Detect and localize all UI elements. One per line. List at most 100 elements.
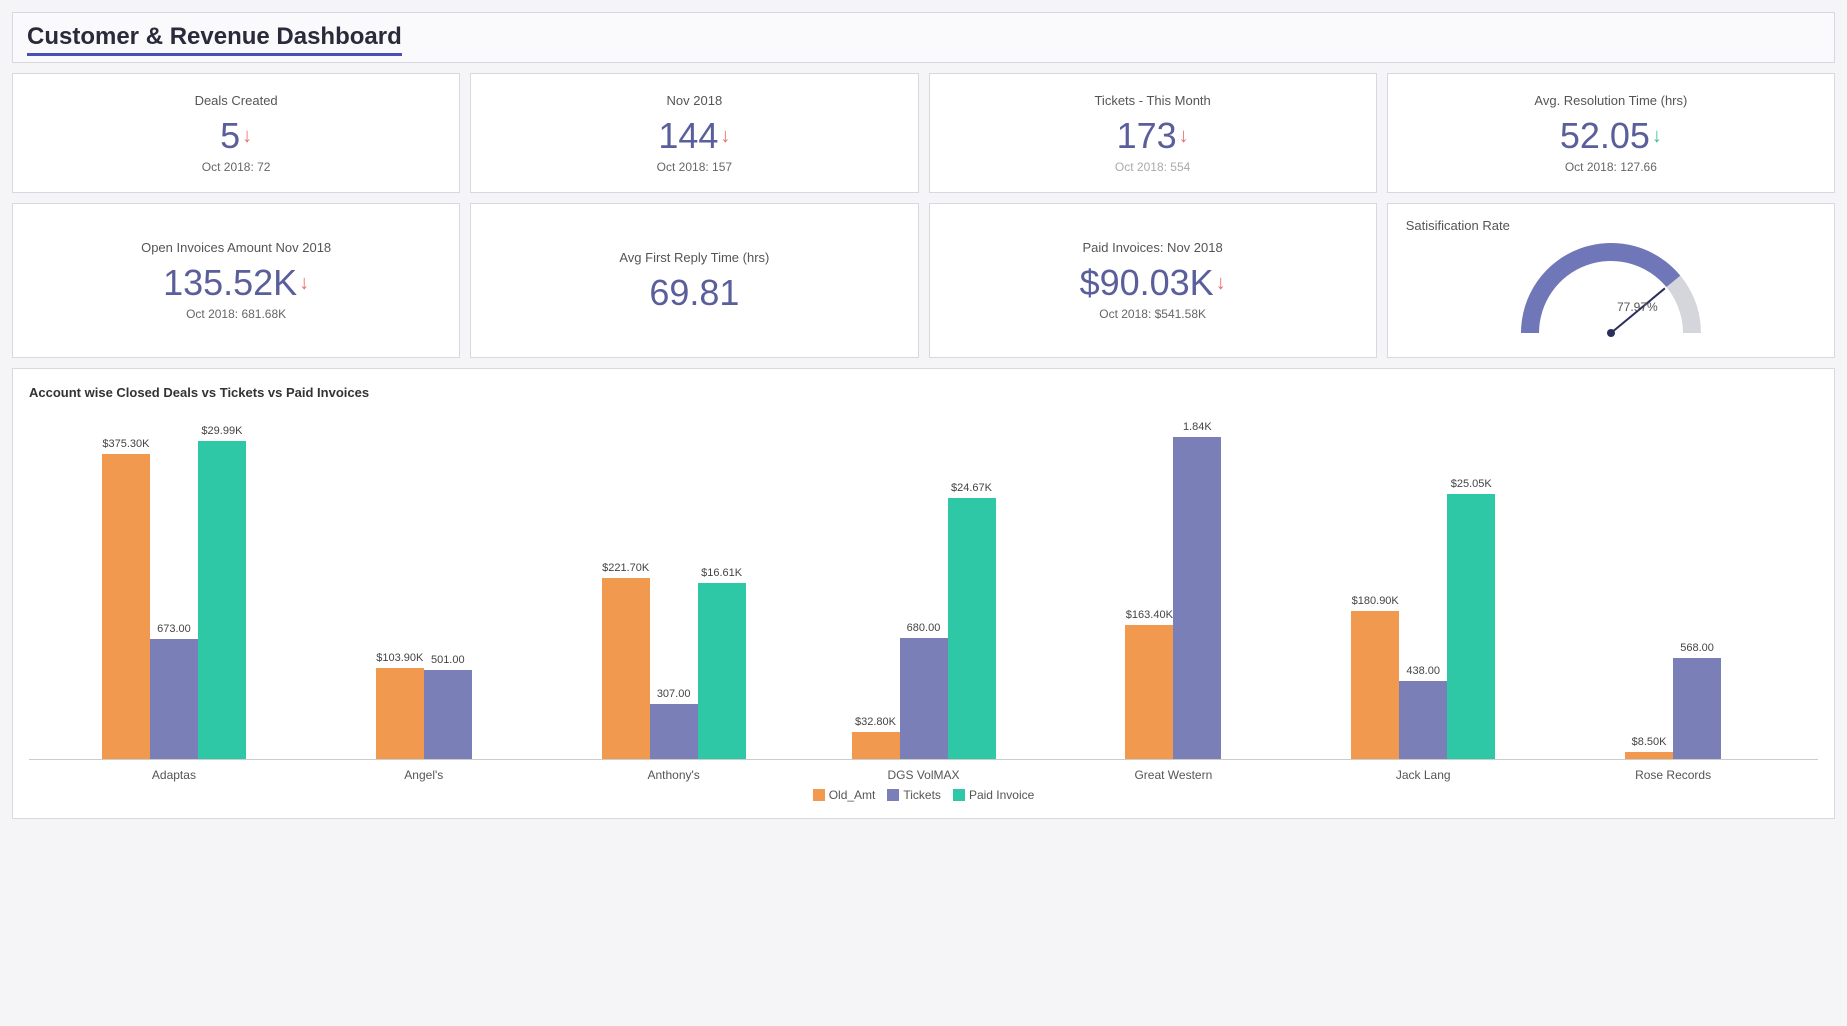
bar-tickets[interactable]: 673.00: [150, 639, 198, 759]
bar-group: $32.80K680.00$24.67K: [799, 498, 1049, 759]
bar-group: $375.30K673.00$29.99K: [49, 441, 299, 759]
bar-value-label: $24.67K: [951, 482, 992, 494]
chart-legend: Old_Amt Tickets Paid Invoice: [29, 788, 1818, 802]
chart-panel: Account wise Closed Deals vs Tickets vs …: [12, 368, 1835, 819]
bar-tickets[interactable]: 680.00: [900, 638, 948, 759]
bar-tickets[interactable]: 568.00: [1673, 658, 1721, 759]
bar-value-label: $32.80K: [855, 716, 896, 728]
kpi-card-r2-0[interactable]: Open Invoices Amount Nov 2018 135.52K↓ O…: [12, 203, 460, 358]
kpi-label: Deals Created: [195, 93, 278, 108]
arrow-down-icon: ↓: [242, 126, 252, 146]
kpi-value: 5↓: [220, 118, 252, 154]
kpi-card-r1-0[interactable]: Deals Created 5↓ Oct 2018: 72: [12, 73, 460, 193]
gauge-title: Satisification Rate: [1406, 218, 1510, 233]
kpi-sub: Oct 2018: 127.66: [1565, 160, 1657, 174]
bar-old_amt[interactable]: $163.40K: [1125, 625, 1173, 759]
bar-tickets[interactable]: 1.84K: [1173, 437, 1221, 759]
chart-title: Account wise Closed Deals vs Tickets vs …: [29, 385, 1818, 400]
bar-paid-invoice[interactable]: $16.61K: [698, 583, 746, 759]
bar-value-label: 568.00: [1680, 642, 1714, 654]
page-title: Customer & Revenue Dashboard: [27, 23, 402, 56]
bar-value-label: 1.84K: [1183, 421, 1212, 433]
kpi-row-2: Open Invoices Amount Nov 2018 135.52K↓ O…: [12, 203, 1835, 358]
bar-value-label: 501.00: [431, 654, 465, 666]
bar-old_amt[interactable]: $221.70K: [602, 578, 650, 759]
bar-value-label: $103.90K: [376, 652, 423, 664]
kpi-sub: Oct 2018: $541.58K: [1099, 307, 1206, 321]
bar-paid-invoice[interactable]: $29.99K: [198, 441, 246, 759]
bar-value-label: $8.50K: [1632, 736, 1667, 748]
swatch-icon: [953, 789, 965, 801]
x-axis-label: Anthony's: [549, 760, 799, 782]
kpi-value: 135.52K↓: [163, 265, 309, 301]
chart-area: $375.30K673.00$29.99K$103.90K501.00$221.…: [29, 430, 1818, 760]
bar-value-label: $221.70K: [602, 562, 649, 574]
bar-group: $103.90K501.00: [299, 668, 549, 759]
x-axis-label: Jack Lang: [1298, 760, 1548, 782]
x-axis-label: Great Western: [1048, 760, 1298, 782]
kpi-label: Paid Invoices: Nov 2018: [1083, 240, 1223, 255]
svg-text:77.97%: 77.97%: [1617, 300, 1658, 314]
legend-tickets[interactable]: Tickets: [887, 788, 941, 802]
bar-value-label: $25.05K: [1451, 478, 1492, 490]
kpi-card-r1-2[interactable]: Tickets - This Month 173↓ Oct 2018: 554: [929, 73, 1377, 193]
kpi-sub: Oct 2018: 681.68K: [186, 307, 286, 321]
bar-value-label: $375.30K: [102, 438, 149, 450]
gauge-wrap: 77.97%: [1406, 233, 1816, 343]
x-axis-label: DGS VolMAX: [799, 760, 1049, 782]
kpi-sub: Oct 2018: 157: [657, 160, 732, 174]
bar-tickets[interactable]: 501.00: [424, 670, 472, 759]
legend-old-amt[interactable]: Old_Amt: [813, 788, 876, 802]
kpi-value: 69.81: [649, 275, 739, 311]
x-axis-label: Rose Records: [1548, 760, 1798, 782]
arrow-down-icon: ↓: [1179, 126, 1189, 146]
kpi-value: 173↓: [1117, 118, 1189, 154]
bar-old_amt[interactable]: $32.80K: [852, 732, 900, 759]
x-axis-label: Adaptas: [49, 760, 299, 782]
kpi-card-r1-1[interactable]: Nov 2018 144↓ Oct 2018: 157: [470, 73, 918, 193]
bar-old_amt[interactable]: $103.90K: [376, 668, 424, 759]
legend-label: Paid Invoice: [969, 788, 1034, 802]
bar-group: $8.50K568.00: [1548, 658, 1798, 759]
arrow-down-icon: ↓: [299, 273, 309, 293]
legend-label: Old_Amt: [829, 788, 876, 802]
kpi-card-r1-3[interactable]: Avg. Resolution Time (hrs) 52.05↓ Oct 20…: [1387, 73, 1835, 193]
kpi-label: Open Invoices Amount Nov 2018: [141, 240, 331, 255]
bar-paid-invoice[interactable]: $25.05K: [1447, 494, 1495, 759]
bar-old_amt[interactable]: $180.90K: [1351, 611, 1399, 759]
bar-value-label: $16.61K: [701, 567, 742, 579]
bar-value-label: $180.90K: [1352, 595, 1399, 607]
x-axis-label: Angel's: [299, 760, 549, 782]
legend-paid-invoice[interactable]: Paid Invoice: [953, 788, 1034, 802]
bar-value-label: $29.99K: [201, 425, 242, 437]
kpi-row-1: Deals Created 5↓ Oct 2018: 72 Nov 2018 1…: [12, 73, 1835, 193]
kpi-card-r2-1[interactable]: Avg First Reply Time (hrs) 69.81: [470, 203, 918, 358]
kpi-sub: Oct 2018: 72: [202, 160, 271, 174]
kpi-value: $90.03K↓: [1080, 265, 1226, 301]
arrow-down-icon: ↓: [1652, 126, 1662, 146]
kpi-label: Tickets - This Month: [1094, 93, 1210, 108]
bar-tickets[interactable]: 438.00: [1399, 681, 1447, 759]
legend-label: Tickets: [903, 788, 941, 802]
gauge-icon: 77.97%: [1491, 233, 1731, 343]
swatch-icon: [813, 789, 825, 801]
kpi-card-r2-2[interactable]: Paid Invoices: Nov 2018 $90.03K↓ Oct 201…: [929, 203, 1377, 358]
bar-group: $221.70K307.00$16.61K: [549, 578, 799, 759]
kpi-label: Nov 2018: [667, 93, 723, 108]
bar-old_amt[interactable]: $375.30K: [102, 454, 150, 759]
kpi-card-gauge[interactable]: Satisification Rate 77.97%: [1387, 203, 1835, 358]
swatch-icon: [887, 789, 899, 801]
kpi-sub: Oct 2018: 554: [1115, 160, 1190, 174]
bar-value-label: 307.00: [657, 688, 691, 700]
bar-group: $163.40K1.84K: [1048, 437, 1298, 759]
kpi-label: Avg First Reply Time (hrs): [619, 250, 769, 265]
bar-old_amt[interactable]: $8.50K: [1625, 752, 1673, 759]
bar-paid-invoice[interactable]: $24.67K: [948, 498, 996, 759]
bar-value-label: 438.00: [1406, 665, 1440, 677]
kpi-value: 52.05↓: [1560, 118, 1662, 154]
bar-tickets[interactable]: 307.00: [650, 704, 698, 759]
arrow-down-icon: ↓: [1216, 273, 1226, 293]
bar-group: $180.90K438.00$25.05K: [1298, 494, 1548, 759]
bar-value-label: 673.00: [157, 623, 191, 635]
kpi-label: Avg. Resolution Time (hrs): [1534, 93, 1687, 108]
